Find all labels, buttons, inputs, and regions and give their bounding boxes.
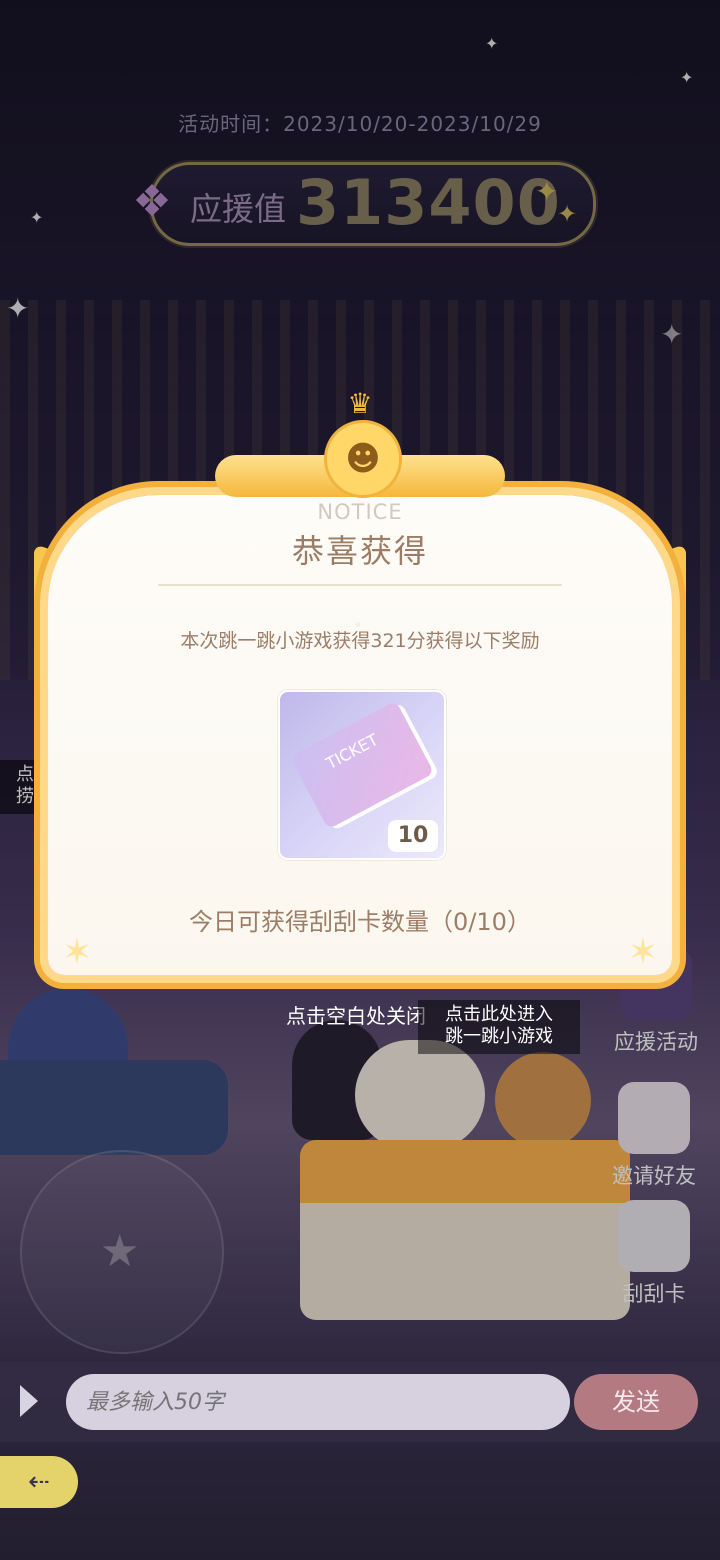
sparkle-icon: ✶ <box>61 932 93 973</box>
sparkle-icon: ✶ <box>627 932 659 973</box>
chat-input[interactable] <box>66 1374 570 1430</box>
back-button[interactable]: ⇠ <box>0 1456 78 1508</box>
crown-icon: ♛ <box>347 387 373 420</box>
notice-description: 本次跳一跳小游戏获得321分获得以下奖励 <box>180 630 540 652</box>
notice-title: 恭喜获得 <box>291 532 428 570</box>
send-button[interactable]: 发送 <box>574 1374 698 1430</box>
minigame-hint-line2: 跳一跳小游戏 <box>445 1026 553 1047</box>
notice-en: NOTICE <box>317 500 403 524</box>
minigame-hint-line1: 点击此处进入 <box>445 1004 553 1025</box>
minigame-hint[interactable]: 点击此处进入 跳一跳小游戏 <box>418 1000 580 1054</box>
close-hint[interactable]: 点击空白处关闭 <box>286 1000 426 1029</box>
play-icon[interactable] <box>20 1385 38 1417</box>
reward-count: 10 <box>388 820 438 852</box>
mascot-icon: ☻ <box>324 420 402 498</box>
divider <box>158 584 562 586</box>
arrow-icon: ⇠ <box>28 1467 50 1497</box>
daily-limit: 今日可获得刮刮卡数量（0/10） <box>189 908 531 936</box>
